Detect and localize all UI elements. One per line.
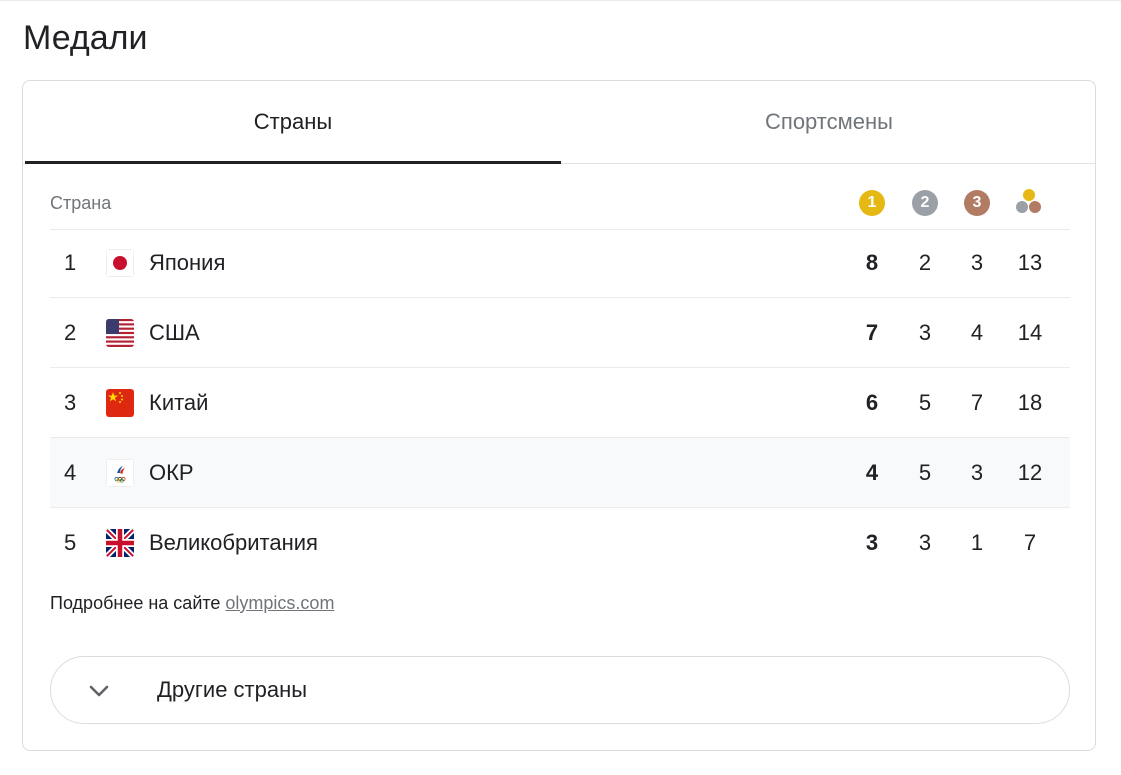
silver-count: 2 <box>918 250 932 275</box>
tab-bar: Страны Спортсмены <box>23 81 1095 164</box>
country-name: США <box>149 320 200 345</box>
uk-flag-icon <box>106 529 134 557</box>
total-count: 14 <box>1017 320 1043 345</box>
total-count: 7 <box>1023 530 1037 555</box>
bronze-count: 4 <box>970 320 984 345</box>
total-count: 18 <box>1017 390 1043 415</box>
chevron-down-icon <box>87 679 111 703</box>
gold-count: 7 <box>865 320 879 345</box>
table-row[interactable]: 1 Япония 8 2 3 13 <box>50 228 1070 298</box>
column-header-country: Страна <box>50 193 112 213</box>
page-title: Медали <box>23 19 148 57</box>
bronze-count: 1 <box>970 530 984 555</box>
silver-count: 5 <box>918 390 932 415</box>
japan-flag-icon <box>106 249 134 277</box>
table-row[interactable]: 3 Китай 6 5 7 18 <box>50 368 1070 438</box>
bronze-count: 3 <box>970 250 984 275</box>
table-row[interactable]: 4 ОКР 4 5 3 12 <box>50 438 1070 508</box>
bronze-count: 3 <box>970 460 984 485</box>
rank: 4 <box>64 460 77 485</box>
active-tab-indicator <box>25 161 561 164</box>
silver-count: 3 <box>918 320 932 345</box>
rank: 2 <box>64 320 77 345</box>
table-row[interactable]: 2 США 7 3 4 14 <box>50 298 1070 368</box>
total-count: 12 <box>1017 460 1043 485</box>
country-name: Великобритания <box>149 530 318 555</box>
top-divider <box>0 0 1121 1</box>
gold-count: 6 <box>865 390 879 415</box>
rank: 1 <box>64 250 77 275</box>
gold-count: 3 <box>865 530 879 555</box>
roc-flag-icon <box>106 459 134 487</box>
silver-count: 3 <box>918 530 932 555</box>
table-row[interactable]: 5 Великобритания 3 3 1 7 <box>50 508 1070 578</box>
silver-count: 5 <box>918 460 932 485</box>
gold-medal-icon: 1 <box>859 190 885 216</box>
gold-count: 8 <box>865 250 879 275</box>
country-name: ОКР <box>149 460 194 485</box>
tab-countries[interactable]: Страны <box>25 81 561 163</box>
medals-card: Страны Спортсмены Страна 1 2 3 1 Япония … <box>22 80 1096 751</box>
gold-count: 4 <box>865 460 879 485</box>
table-header: Страна 1 2 3 <box>50 177 1070 230</box>
medals-total-icon <box>1015 189 1045 217</box>
usa-flag-icon <box>106 319 134 347</box>
more-info: Подробнее на сайте olympics.com <box>50 591 334 615</box>
country-name: Япония <box>149 250 226 275</box>
bronze-medal-icon: 3 <box>964 190 990 216</box>
silver-medal-icon: 2 <box>912 190 938 216</box>
total-count: 13 <box>1017 250 1043 275</box>
country-name: Китай <box>149 390 209 415</box>
rank: 5 <box>64 530 77 555</box>
bronze-count: 7 <box>970 390 984 415</box>
tab-athletes[interactable]: Спортсмены <box>561 81 1097 163</box>
rank: 3 <box>64 390 77 415</box>
more-info-text: Подробнее на сайте <box>50 593 226 613</box>
other-countries-label: Другие страны <box>157 677 308 702</box>
olympics-link[interactable]: olympics.com <box>225 593 334 613</box>
china-flag-icon <box>106 389 134 417</box>
other-countries-button[interactable]: Другие страны <box>50 656 1070 724</box>
